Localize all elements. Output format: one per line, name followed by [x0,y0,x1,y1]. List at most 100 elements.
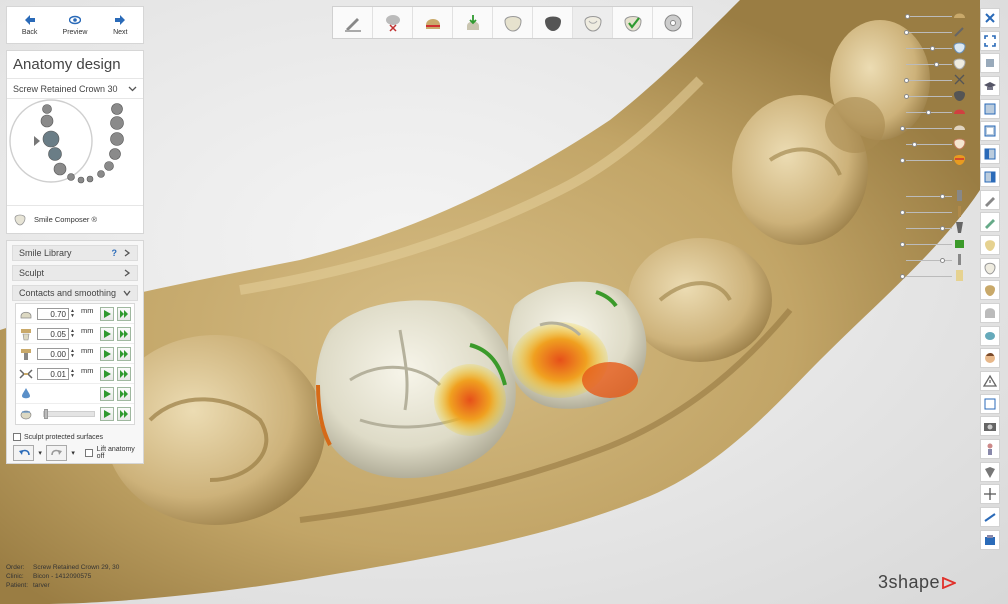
visibility-slider[interactable] [900,268,966,284]
sculpt-protected-checkbox[interactable]: Sculpt protected surfaces [13,433,143,441]
redo-button[interactable] [45,445,68,461]
view-button[interactable] [980,166,1000,187]
next-button[interactable]: Next [98,7,143,43]
preview-button[interactable]: Preview [52,7,97,43]
undo-button[interactable] [13,445,35,461]
smooth-slider[interactable] [43,409,95,419]
spinner-arrows[interactable]: ▲ ▼ [70,308,77,320]
apply-button[interactable] [100,366,114,381]
visibility-slider[interactable] [900,8,966,24]
tool-button[interactable] [980,484,1000,505]
tool-button[interactable] [980,461,1000,482]
back-button[interactable]: Back [7,7,52,43]
tool-button[interactable] [980,325,1000,346]
visibility-slider[interactable] [900,188,966,204]
tool-button[interactable] [980,507,1000,528]
tool-button[interactable] [980,416,1000,437]
rotate-button[interactable] [980,53,1000,74]
crown-dropdown[interactable]: Screw Retained Crown 30 [7,79,143,99]
apply-button[interactable] [100,386,114,401]
margin-icon [425,18,440,29]
spinner-arrows[interactable]: ▲ ▼ [70,368,77,380]
visibility-slider[interactable] [900,220,966,236]
sculpt-section[interactable]: Sculpt [12,265,138,281]
visibility-slider[interactable] [900,56,966,72]
visibility-slider[interactable] [900,72,966,88]
tool-button[interactable] [980,439,1000,460]
clinic-label: Clinic: [6,573,24,580]
view-button[interactable] [980,144,1000,165]
contacts-section[interactable]: Contacts and smoothing [12,285,138,301]
step-margin[interactable] [413,7,453,38]
apply-all-button[interactable] [117,306,131,321]
smile-library-section[interactable]: Smile Library ? [12,245,138,261]
fullscreen-icon [984,34,996,47]
upper-jaw-icon [954,13,965,18]
smile-composer-row[interactable]: Smile Composer ® [7,205,143,233]
apply-button[interactable] [100,346,114,361]
help-icon[interactable]: ? [112,248,118,258]
visibility-slider[interactable] [900,236,966,252]
navigation-bar: Back Preview Next [6,6,144,44]
unit-label: mm [81,366,94,375]
step-anatomy[interactable] [573,7,613,38]
step-export[interactable] [653,7,692,38]
step-insertion[interactable] [453,7,493,38]
visibility-slider[interactable] [900,40,966,56]
tool-button[interactable] [980,393,1000,414]
spinner-arrows[interactable]: ▲ ▼ [70,328,77,340]
step-tooth[interactable] [493,7,533,38]
tool-button[interactable] [980,371,1000,391]
hat-button[interactable] [980,76,1000,97]
distance-input[interactable]: 0.05 [37,327,69,340]
distance-input[interactable]: 0.01 [37,367,69,380]
view-button[interactable] [980,98,1000,119]
dark-tooth-icon [954,91,965,101]
apply-all-button[interactable] [117,366,131,381]
tool-button[interactable] [980,280,1000,301]
tool-button[interactable] [980,189,1000,210]
cup-icon [985,331,995,340]
visibility-slider[interactable] [900,252,966,268]
apply-all-button[interactable] [117,346,131,361]
visibility-slider[interactable] [900,24,966,40]
apply-all-button[interactable] [117,407,131,421]
fullscreen-button[interactable] [980,30,1000,51]
spinner-arrows[interactable]: ▲ ▼ [70,348,77,360]
tool-button[interactable] [980,234,1000,255]
redo-dropdown-icon[interactable]: ▾ [71,449,75,457]
brand-name: 3shape [878,572,941,592]
lift-anatomy-checkbox[interactable] [84,449,93,457]
close-button[interactable] [980,8,1000,28]
apply-all-button[interactable] [117,326,131,341]
proximal-contact-icon [21,328,31,340]
visibility-slider[interactable] [900,104,966,120]
apply-all-button[interactable] [117,386,131,401]
step-edit[interactable] [333,7,373,38]
checkbox[interactable] [13,433,21,441]
tool-button[interactable] [980,257,1000,278]
visibility-slider[interactable] [900,204,966,220]
tooth-selector[interactable] [7,99,143,199]
visibility-slider[interactable] [900,120,966,136]
visibility-slider[interactable] [900,88,966,104]
visibility-slider[interactable] [900,136,966,152]
tool-button[interactable] [980,348,1000,369]
visibility-slider[interactable] [900,152,966,168]
smooth-strength-row [16,404,134,424]
apply-button[interactable] [100,407,114,421]
apply-button[interactable] [100,306,114,321]
apply-button[interactable] [100,326,114,341]
step-cut[interactable] [373,7,413,38]
distance-input[interactable]: 0.70 [37,307,69,320]
tool-button[interactable] [980,212,1000,233]
step-coping[interactable] [533,7,573,38]
3d-viewport[interactable] [0,0,1008,604]
tool-button[interactable] [980,529,1000,550]
undo-dropdown-icon[interactable]: ▾ [38,449,42,457]
step-check[interactable] [613,7,653,38]
view-button[interactable] [980,121,1000,142]
distance-input[interactable]: 0.00 [37,347,69,360]
tool-button[interactable] [980,302,1000,323]
check-tooth-icon [623,15,642,32]
